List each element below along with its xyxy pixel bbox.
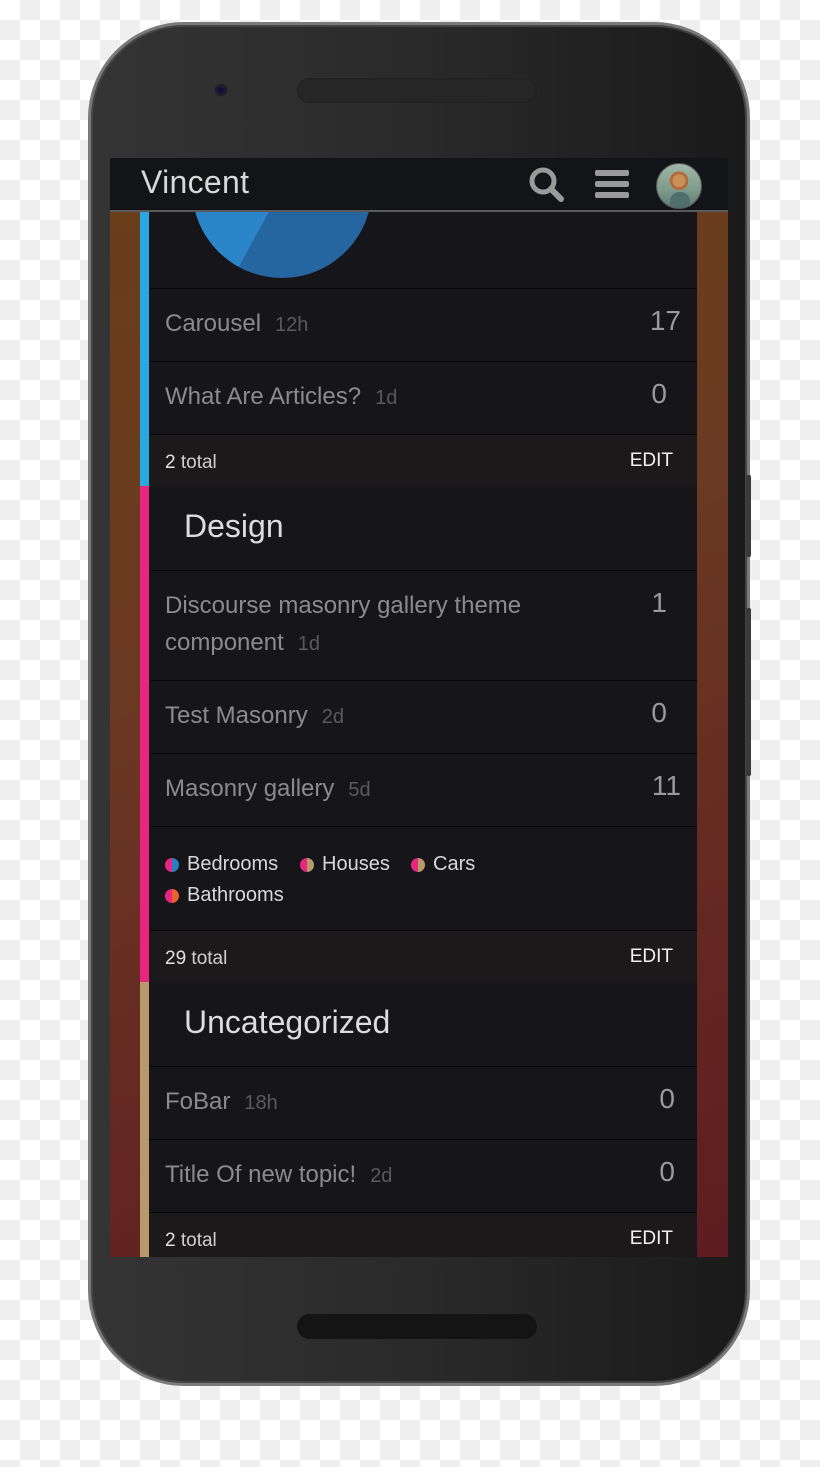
topic-link[interactable]: Test Masonry 2d xyxy=(165,697,344,736)
subcategory-color-icon xyxy=(411,857,425,872)
site-title[interactable]: Vincent xyxy=(141,164,249,201)
topic-reply-count: 0 xyxy=(659,1083,675,1114)
category-color-stripe xyxy=(140,210,149,488)
topic-reply-count: 0 xyxy=(659,1156,675,1187)
categories-list: Carousel 12h 17 What Are Articles? 1d 0 2 … xyxy=(140,158,697,1257)
topic-link[interactable]: Title Of new topic! 2d xyxy=(165,1156,392,1195)
category-color-stripe xyxy=(140,486,149,982)
topic-title: Title Of new topic! xyxy=(165,1161,357,1188)
category-color-stripe xyxy=(140,982,149,1257)
topic-age: 2d xyxy=(370,1165,393,1187)
topic-row[interactable]: Title Of new topic! 2d 0 xyxy=(149,1139,697,1212)
subcategory-link[interactable]: Bathrooms xyxy=(165,884,284,907)
category-footer: 2 total EDIT xyxy=(149,1212,697,1257)
topic-link[interactable]: FoBar 18h xyxy=(165,1083,278,1122)
total-number: 29 xyxy=(165,948,187,969)
topic-age: 1d xyxy=(297,633,320,655)
phone-screen: Vincent Carousel 12h 17 What Are Article… xyxy=(110,158,728,1257)
topic-age: 1d xyxy=(375,387,398,409)
total-label: total xyxy=(180,452,217,473)
search-icon xyxy=(529,167,564,202)
category-title[interactable]: Design xyxy=(184,508,284,545)
bottom-speaker xyxy=(297,1314,537,1339)
topic-total: 2 total xyxy=(165,452,217,474)
topic-row[interactable]: FoBar 18h 0 xyxy=(149,1066,697,1139)
topic-reply-count: 1 xyxy=(651,587,667,618)
topic-title: Carousel xyxy=(165,310,262,337)
search-button[interactable] xyxy=(526,166,566,202)
hamburger-menu-icon xyxy=(595,170,629,198)
earpiece-speaker xyxy=(297,78,537,103)
category-footer: 2 total EDIT xyxy=(149,434,697,486)
topic-title: Masonry gallery xyxy=(165,775,335,802)
category-title[interactable]: Uncategorized xyxy=(184,1004,390,1041)
volume-button xyxy=(746,475,751,557)
topic-age: 5d xyxy=(348,779,371,801)
subcategory-link[interactable]: Bedrooms xyxy=(165,853,278,876)
subcategory-color-icon xyxy=(165,857,179,872)
menu-button[interactable] xyxy=(592,166,632,202)
total-label: total xyxy=(191,948,228,969)
subcategory-link[interactable]: Cars xyxy=(411,853,475,876)
topic-reply-count: 17 xyxy=(649,305,681,336)
topic-row[interactable]: Test Masonry 2d 0 xyxy=(149,680,697,753)
category-header[interactable]: Uncategorized xyxy=(149,982,697,1066)
subcategory-color-icon xyxy=(165,888,179,903)
total-number: 2 xyxy=(165,1230,176,1251)
edit-button[interactable]: EDIT xyxy=(630,946,673,968)
topic-row[interactable]: Discourse masonry gallery theme componen… xyxy=(149,570,697,680)
subcategory-name: Houses xyxy=(322,853,390,875)
topic-link[interactable]: What Are Articles? 1d xyxy=(165,378,397,417)
subcategory-link[interactable]: Houses xyxy=(300,853,390,876)
category-footer: 29 total EDIT xyxy=(149,930,697,982)
total-number: 2 xyxy=(165,452,176,473)
topic-reply-count: 11 xyxy=(651,770,681,801)
topic-title: FoBar xyxy=(165,1088,231,1115)
topic-reply-count: 0 xyxy=(651,697,667,728)
topic-age: 2d xyxy=(321,706,344,728)
topic-row[interactable]: Carousel 12h 17 xyxy=(149,288,697,361)
front-camera xyxy=(213,82,229,98)
power-button xyxy=(746,608,751,776)
topic-total: 2 total xyxy=(165,1230,217,1252)
topic-title: Test Masonry xyxy=(165,702,308,729)
topic-row[interactable]: Masonry gallery 5d 11 xyxy=(149,753,697,826)
user-avatar[interactable] xyxy=(656,163,702,209)
subcategory-name: Cars xyxy=(433,853,476,875)
topic-link[interactable]: Discourse masonry gallery theme componen… xyxy=(165,587,585,663)
edit-button[interactable]: EDIT xyxy=(630,450,673,472)
topic-reply-count: 0 xyxy=(651,378,667,409)
topic-title: Discourse masonry gallery theme componen… xyxy=(165,592,522,656)
topic-row[interactable]: What Are Articles? 1d 0 xyxy=(149,361,697,434)
app-header: Vincent xyxy=(110,158,728,212)
topic-age: 18h xyxy=(244,1092,278,1114)
subcategory-list: Bedrooms Houses Cars Bathrooms xyxy=(149,826,697,928)
topic-link[interactable]: Masonry gallery 5d xyxy=(165,770,371,809)
subcategory-name: Bedrooms xyxy=(187,853,279,875)
topic-age: 12h xyxy=(275,314,309,336)
topic-title: What Are Articles? xyxy=(165,383,362,410)
subcategory-name: Bathrooms xyxy=(187,884,284,906)
category-header[interactable]: Design xyxy=(149,486,697,570)
subcategory-color-icon xyxy=(300,857,314,872)
edit-button[interactable]: EDIT xyxy=(630,1228,673,1250)
topic-link[interactable]: Carousel 12h xyxy=(165,305,308,344)
total-label: total xyxy=(180,1230,217,1251)
topic-total: 29 total xyxy=(165,948,227,970)
